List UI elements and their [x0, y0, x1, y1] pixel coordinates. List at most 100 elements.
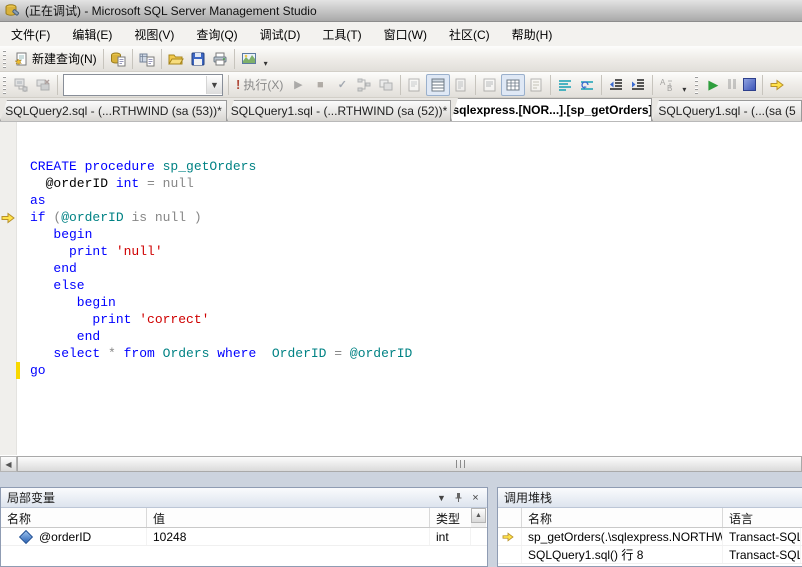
code-line: begin — [30, 295, 116, 310]
locals-pin-icon[interactable] — [451, 491, 466, 505]
locals-col-name[interactable]: 名称 — [1, 508, 147, 527]
menu-file[interactable]: 文件(F) — [0, 23, 61, 46]
editor-hscrollbar[interactable]: ◀ — [0, 455, 802, 472]
code-line: as — [30, 193, 46, 208]
locals-grid-header: 名称 值 类型 ▲ — [1, 508, 487, 528]
parse-button[interactable]: ✓ — [331, 75, 353, 95]
sql-code-area[interactable]: CREATE procedure sp_getOrders @orderID i… — [0, 122, 802, 455]
comment-button[interactable] — [554, 75, 576, 95]
menu-edit[interactable]: 编辑(E) — [61, 23, 123, 46]
locals-panel: 局部变量 ▼ × 名称 值 类型 ▲ @orderID 10248 int — [0, 487, 488, 567]
hscroll-thumb[interactable] — [17, 456, 802, 472]
locals-panel-title: 局部变量 — [7, 491, 56, 505]
results-to-file-button[interactable] — [450, 75, 472, 95]
menu-query[interactable]: 查询(Q) — [185, 23, 248, 46]
debug-toolbar-grip[interactable] — [694, 75, 700, 94]
query-designer-button[interactable] — [375, 75, 397, 95]
combobox-dropdown-icon[interactable]: ▼ — [206, 75, 222, 94]
available-databases-combobox[interactable]: ▼ — [63, 73, 223, 96]
disconnect-icon — [36, 79, 50, 90]
new-query-button[interactable]: 新建查询(N) — [10, 48, 100, 69]
activity-monitor-button[interactable] — [238, 49, 260, 69]
results-to-file-icon — [455, 78, 466, 91]
callstack-current-arrow-icon — [502, 531, 514, 542]
callstack-row-current[interactable]: sp_getOrders(.\sqlexpress.NORTHWIND) Tra… — [498, 528, 802, 546]
hscroll-left-arrow[interactable]: ◀ — [0, 456, 17, 472]
callstack-col-lang[interactable]: 语言 — [723, 508, 801, 527]
variable-diamond-icon — [18, 529, 34, 544]
local-var-type: int — [430, 528, 471, 545]
callstack-grid-header: 名称 语言 — [498, 508, 802, 528]
execute-button[interactable]: ! 执行(X) — [232, 74, 287, 95]
indent-icon — [632, 78, 645, 90]
results-to-grid-button[interactable] — [501, 73, 526, 96]
local-var-value[interactable]: 10248 — [147, 528, 430, 545]
database-engine-query-button[interactable] — [107, 49, 129, 69]
locals-scroll-up-icon[interactable]: ▲ — [471, 508, 486, 523]
standard-toolbar: 新建查询(N) ▾ — [0, 46, 802, 72]
connect-button[interactable] — [10, 75, 32, 95]
menu-help[interactable]: 帮助(H) — [501, 23, 564, 46]
results-to-report-button[interactable] — [525, 75, 547, 95]
tab-sqlquery1[interactable]: SQLQuery1.sql - (...RTHWIND (sa (52))* — [227, 100, 451, 121]
app-icon — [5, 3, 20, 16]
menu-window[interactable]: 窗口(W) — [373, 23, 438, 46]
tab-sp-getorders[interactable]: .\sqlexpress.[NOR...].[sp_getOrders]* — [451, 98, 652, 121]
cancel-executing-button[interactable]: ■ — [309, 75, 331, 95]
menu-view[interactable]: 视图(V) — [123, 23, 185, 46]
decrease-indent-button[interactable] — [605, 75, 627, 95]
results-pane-toggle-button[interactable] — [426, 73, 451, 96]
cancel-stop-icon: ■ — [317, 78, 324, 91]
open-file-button[interactable] — [165, 49, 187, 69]
save-button[interactable] — [187, 49, 209, 69]
stop-debugging-button[interactable] — [740, 76, 759, 93]
new-query-icon — [14, 52, 27, 66]
menu-tools[interactable]: 工具(T) — [311, 23, 372, 46]
sql-editor-toolbar: ▼ ! 执行(X) ▶ ■ ✓ A B ▾ ▶ — [0, 72, 802, 98]
hscroll-splitter-grip[interactable] — [456, 460, 468, 468]
parse-check-icon: ✓ — [337, 78, 347, 91]
uncomment-button[interactable] — [576, 75, 598, 95]
toolbar2-overflow-button[interactable]: ▾ — [678, 72, 690, 97]
change-case-button[interactable]: A B — [656, 75, 678, 95]
debug-button[interactable]: ▶ — [287, 75, 309, 95]
locals-col-value[interactable]: 值 — [147, 508, 430, 527]
template-values-icon — [408, 78, 420, 91]
toolbar-grip[interactable] — [2, 49, 7, 68]
comment-lines-icon — [559, 79, 572, 91]
toolbar-overflow-button[interactable]: ▾ — [260, 46, 272, 71]
menu-community[interactable]: 社区(C) — [438, 23, 501, 46]
analysis-service-query-button[interactable] — [136, 49, 158, 69]
continue-debug-button[interactable]: ▶ — [702, 75, 724, 95]
specify-template-values-button[interactable] — [404, 75, 426, 95]
locals-window-position-icon[interactable]: ▼ — [434, 491, 449, 505]
results-to-text-button[interactable] — [479, 75, 501, 95]
menu-debug[interactable]: 调试(D) — [249, 23, 312, 46]
tab-sqlquery1-b[interactable]: SQLQuery1.sql - (...(sa (5 — [652, 100, 802, 121]
display-estimated-plan-button[interactable] — [353, 75, 375, 95]
locals-col-type[interactable]: 类型 — [430, 508, 471, 527]
disconnect-button[interactable] — [32, 75, 54, 95]
print-button[interactable] — [209, 49, 231, 69]
locals-panel-titlebar: 局部变量 ▼ × — [1, 488, 487, 508]
locals-close-icon[interactable]: × — [468, 491, 483, 505]
increase-indent-button[interactable] — [627, 75, 649, 95]
results-to-report-icon — [530, 78, 542, 91]
break-all-button[interactable] — [724, 76, 740, 94]
code-line: CREATE procedure sp_getOrders — [30, 159, 257, 174]
next-statement-arrow-icon — [770, 79, 785, 90]
analysis-service-query-icon — [139, 53, 155, 66]
callstack-col-name[interactable]: 名称 — [522, 508, 723, 527]
picture-chart-icon — [241, 52, 256, 64]
tab-sqlquery2[interactable]: SQLQuery2.sql - (...RTHWIND (sa (53))* — [0, 100, 227, 121]
change-tracking-bar — [16, 362, 20, 379]
callstack-row-caller[interactable]: SQLQuery1.sql() 行 8 Transact-SQL — [498, 546, 802, 564]
debug-play-icon: ▶ — [294, 78, 303, 91]
print-icon — [213, 52, 227, 65]
locals-vscrollbar[interactable]: ▲ — [471, 508, 486, 527]
locals-row-orderid[interactable]: @orderID 10248 int — [1, 528, 487, 546]
continue-play-icon: ▶ — [708, 76, 719, 92]
toolbar-grip-2[interactable] — [2, 75, 7, 94]
code-line: go — [30, 363, 46, 378]
show-next-statement-button[interactable] — [766, 75, 788, 95]
